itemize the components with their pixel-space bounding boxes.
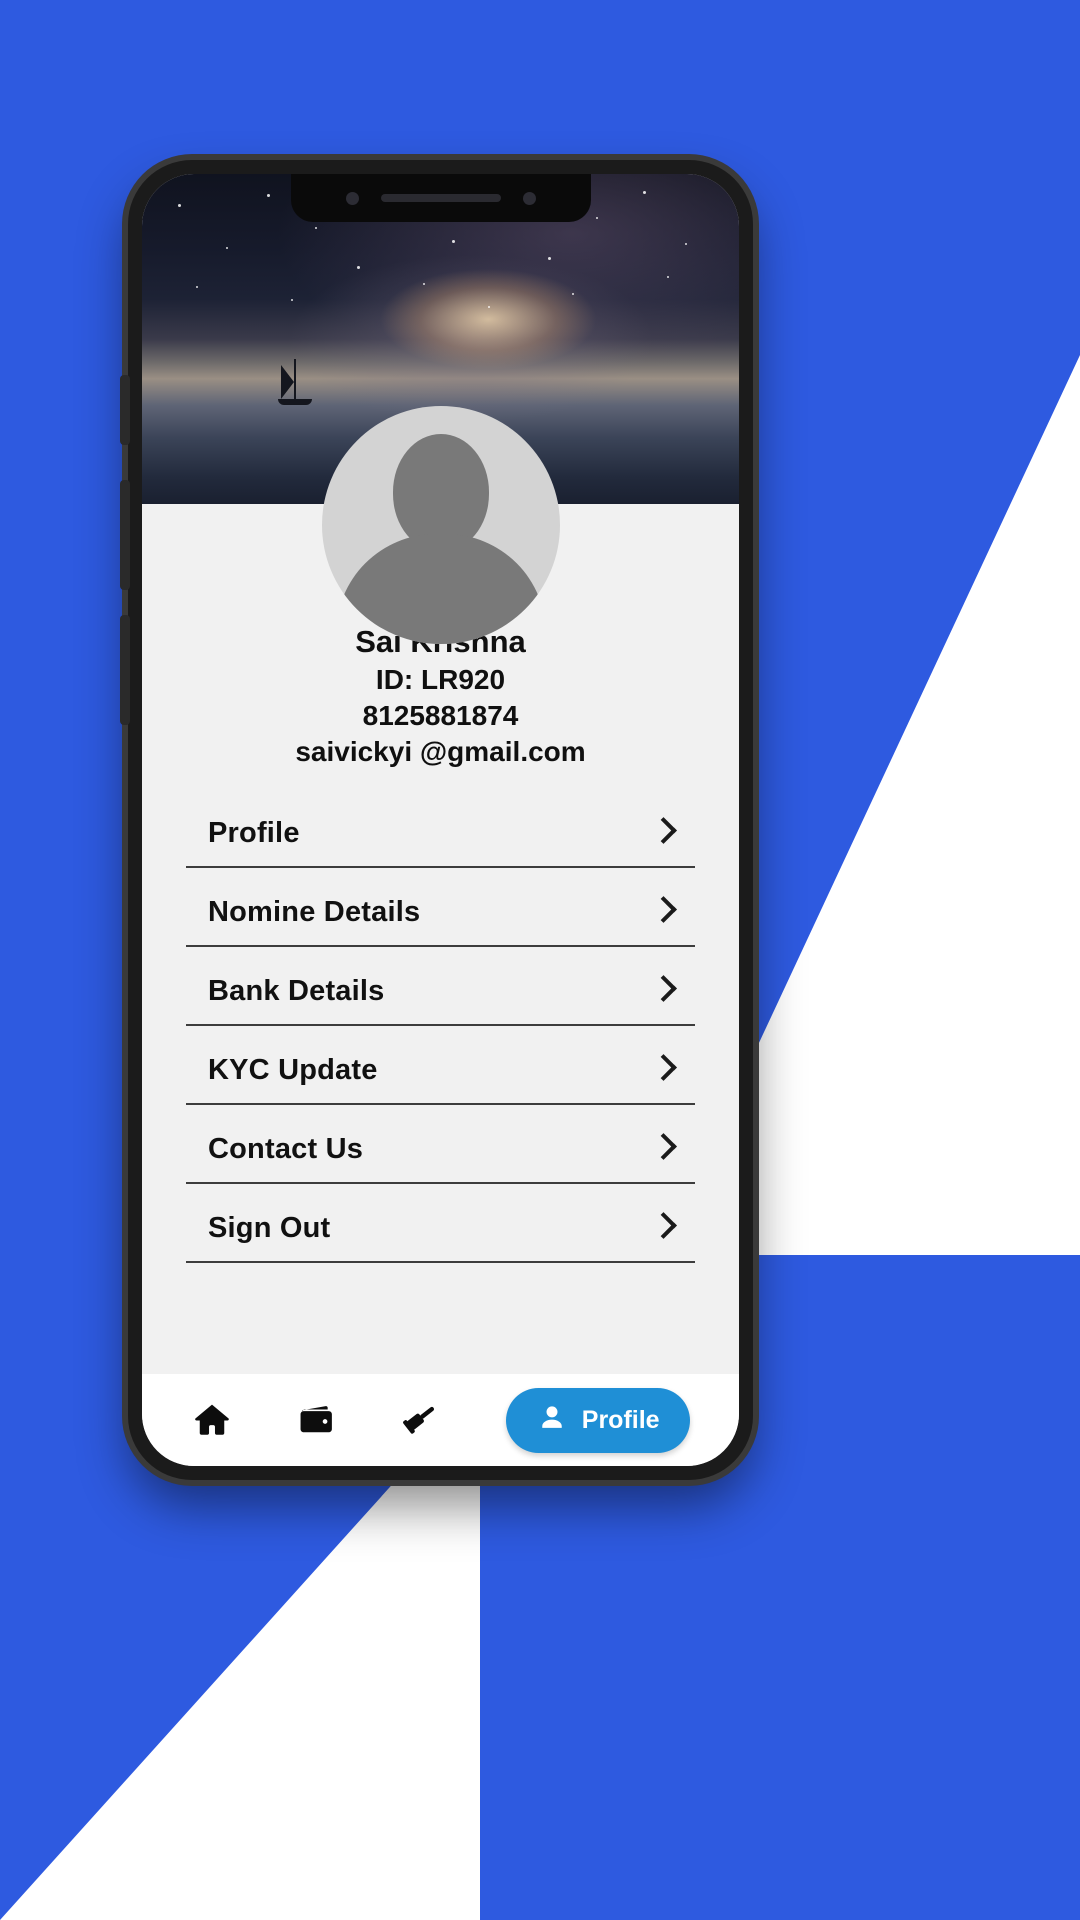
camera-dot-icon [522,191,536,205]
nav-button-profile-label: Profile [581,1405,660,1434]
nav-button-wallet[interactable] [296,1399,338,1441]
menu-item-contact-us[interactable]: Contact Us [186,1123,695,1184]
menu-item-label: Bank Details [208,974,385,1007]
avatar[interactable] [321,406,560,644]
chevron-right-icon [650,816,677,844]
menu-item-label: Nomine Details [208,895,421,928]
nav-button-home[interactable] [191,1399,233,1441]
nav-button-auction[interactable] [401,1399,443,1441]
device-button-mute[interactable] [120,375,130,445]
phone-screen-bezel: Sai Krishna ID: LR920 8125881874 saivick… [142,174,739,1466]
menu-item-profile[interactable]: Profile [186,807,695,868]
device-button-volume-up[interactable] [120,480,130,590]
person-icon [536,1402,568,1439]
menu-item-nomine-details[interactable]: Nomine Details [186,886,695,947]
phone-device-frame: Sai Krishna ID: LR920 8125881874 saivick… [120,160,753,1480]
camera-dot-icon [345,191,359,205]
chevron-right-icon [650,895,677,923]
menu-item-kyc-update[interactable]: KYC Update [186,1044,695,1105]
profile-email: saivickyi @gmail.com [295,736,586,768]
chevron-right-icon [650,1053,677,1081]
device-button-volume-down[interactable] [120,615,130,725]
chevron-right-icon [650,1132,677,1160]
profile-menu-list: Profile Nomine Details Bank Details KYC … [186,807,695,1374]
chevron-right-icon [650,974,677,1002]
home-icon [191,1399,233,1441]
app-screen: Sai Krishna ID: LR920 8125881874 saivick… [142,174,739,1466]
menu-item-label: Profile [208,816,300,849]
gavel-icon [401,1399,443,1441]
bottom-navigation-bar: Profile [142,1374,739,1466]
profile-identity-block: Sai Krishna ID: LR920 8125881874 saivick… [142,622,739,771]
wallet-icon [296,1399,338,1441]
menu-item-label: KYC Update [208,1053,378,1086]
speaker-grill-icon [380,194,501,202]
menu-item-bank-details[interactable]: Bank Details [186,965,695,1026]
menu-item-sign-out[interactable]: Sign Out [186,1202,695,1263]
chevron-right-icon [650,1211,677,1239]
person-placeholder-body [335,534,546,644]
menu-item-label: Contact Us [208,1132,364,1165]
profile-phone: 8125881874 [362,700,519,732]
profile-id: ID: LR920 [375,663,506,695]
menu-item-label: Sign Out [208,1211,331,1244]
device-notch [290,174,591,222]
nav-button-profile[interactable]: Profile [505,1387,690,1453]
